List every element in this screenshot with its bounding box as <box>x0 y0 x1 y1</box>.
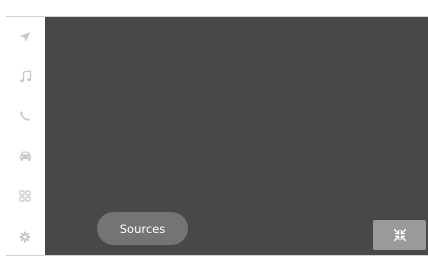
sidebar-item-settings[interactable] <box>6 224 44 250</box>
head-unit-screen: Sources <box>6 16 428 256</box>
music-note-icon <box>19 69 31 82</box>
minimize-button[interactable] <box>373 220 426 250</box>
sidebar <box>6 17 44 255</box>
gear-icon <box>19 231 31 243</box>
sidebar-item-vehicle[interactable] <box>6 143 44 169</box>
sidebar-item-apps[interactable] <box>6 183 44 209</box>
apps-grid-icon <box>19 190 31 202</box>
sources-button[interactable]: Sources <box>97 212 188 245</box>
sidebar-item-phone[interactable] <box>6 103 44 129</box>
phone-icon <box>20 111 30 121</box>
collapse-arrows-icon <box>393 228 406 242</box>
sidebar-item-navigation[interactable] <box>6 24 44 50</box>
sidebar-item-audio[interactable] <box>6 63 44 89</box>
navigation-arrow-icon <box>20 32 30 42</box>
car-icon <box>19 151 31 161</box>
main-display-area: Sources <box>45 17 428 255</box>
